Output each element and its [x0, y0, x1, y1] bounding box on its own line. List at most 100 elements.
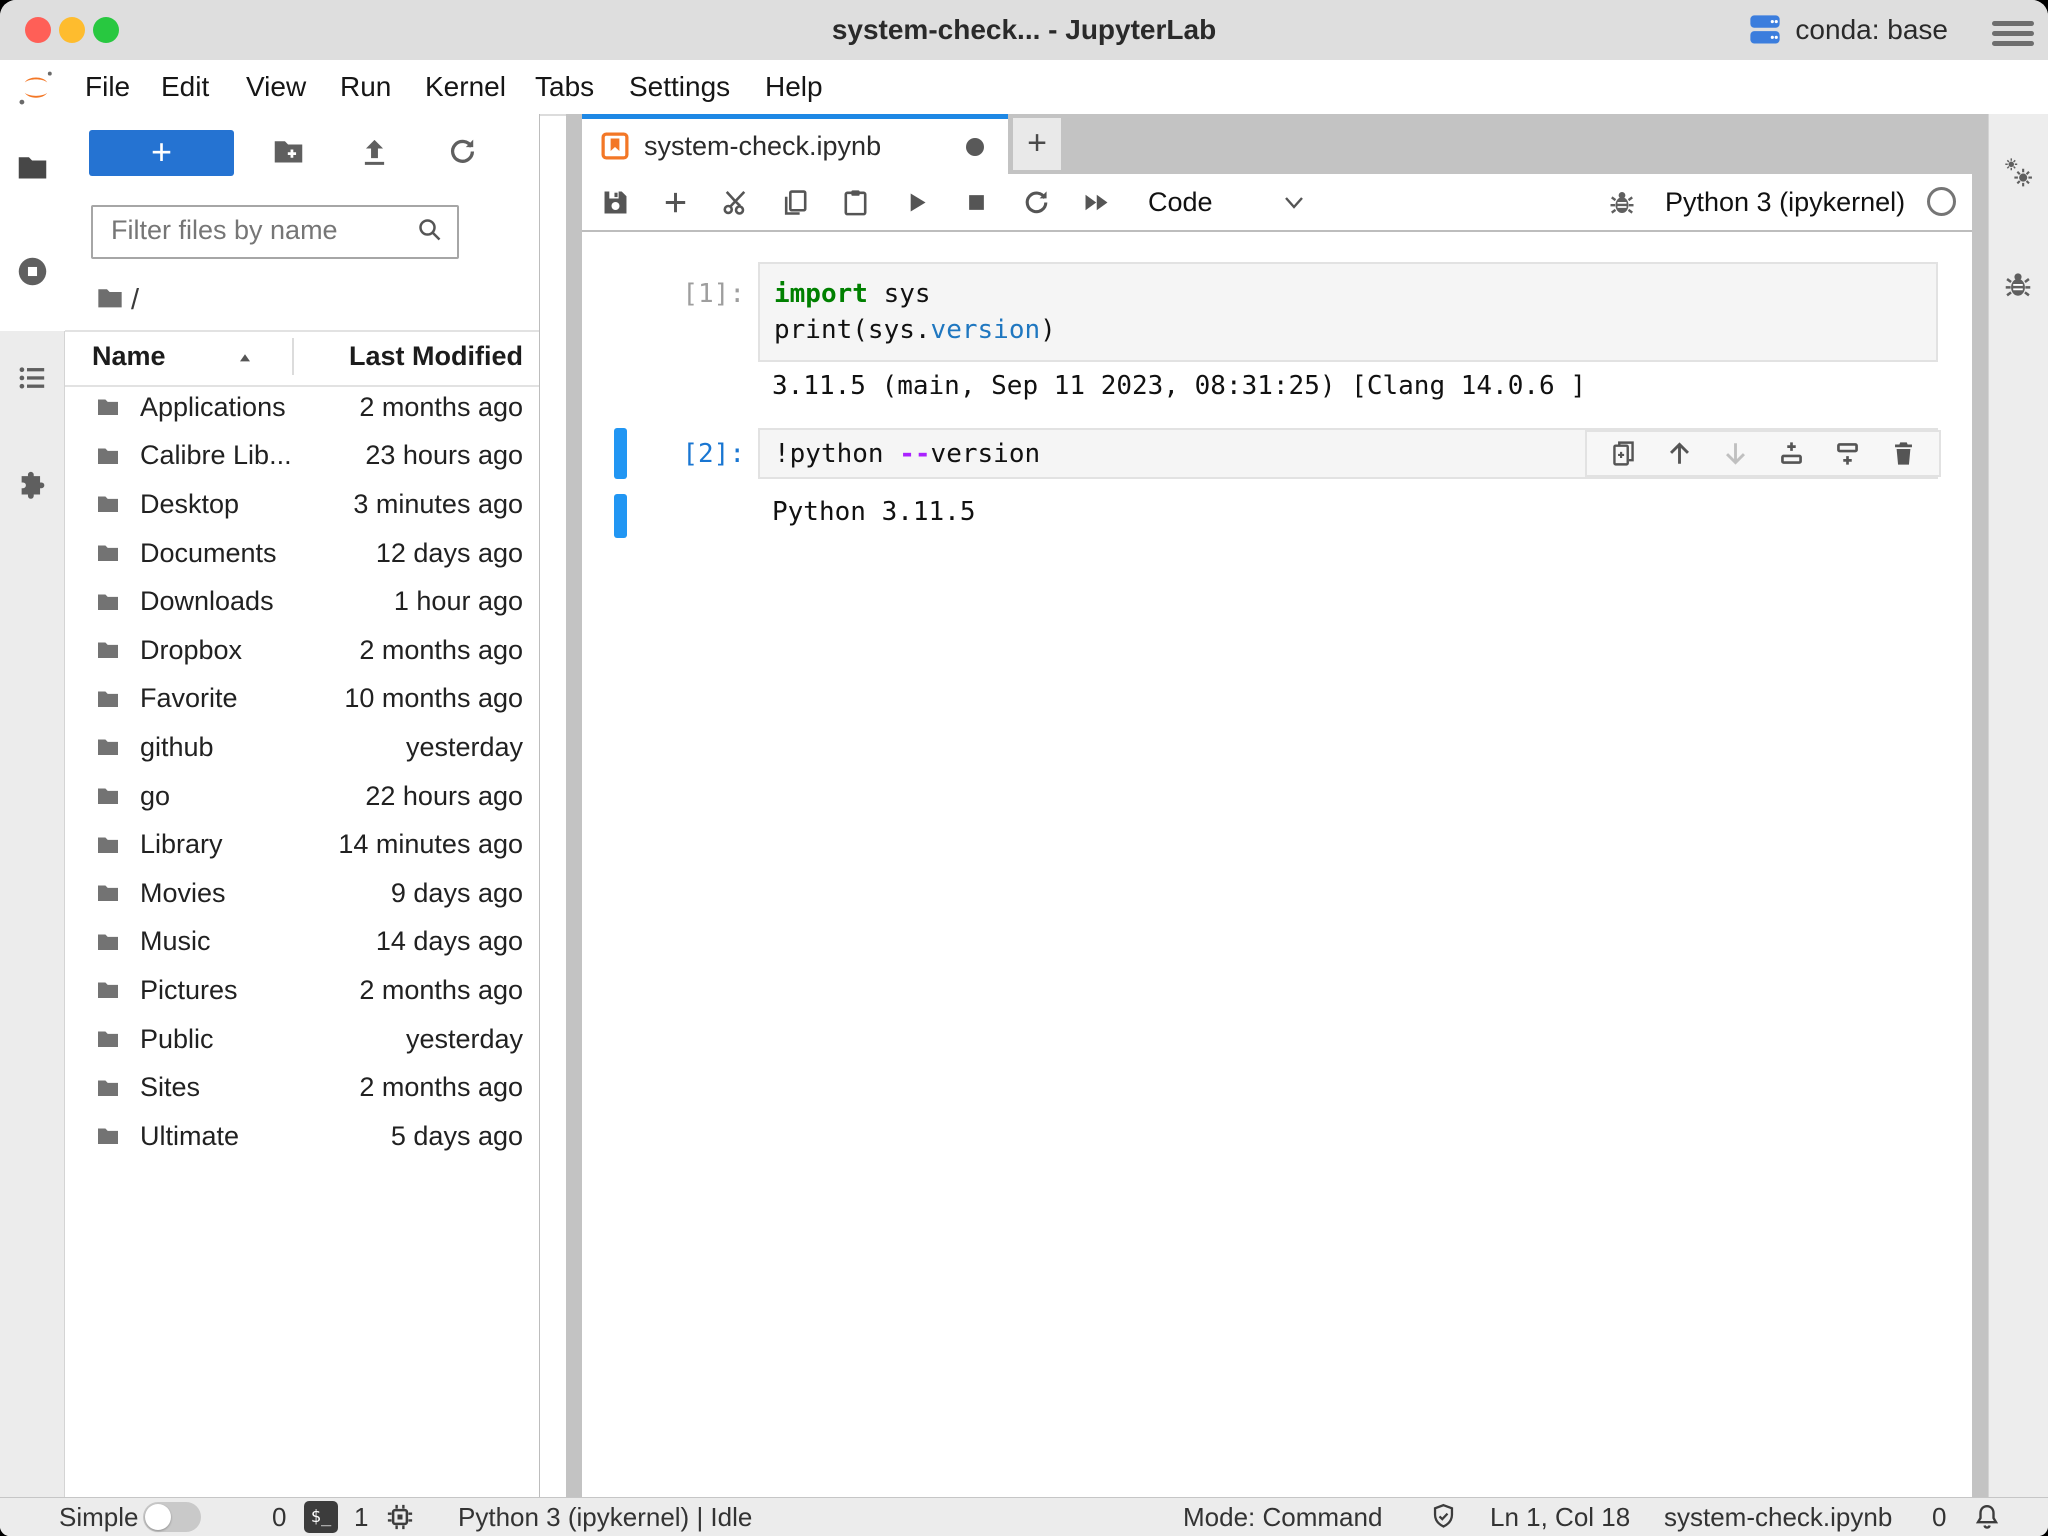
file-modified: 2 months ago: [359, 392, 523, 423]
file-list-item[interactable]: go 22 hours ago: [65, 772, 539, 821]
debugger-panel-icon[interactable]: [2002, 268, 2036, 302]
folder-icon: [96, 881, 120, 905]
cell-1-input[interactable]: import sys print(sys.version): [758, 262, 1938, 362]
folder-icon: [96, 784, 120, 808]
chevron-down-icon[interactable]: [1282, 195, 1306, 211]
menu-help[interactable]: Help: [765, 60, 823, 114]
file-modified: 2 months ago: [359, 1072, 523, 1103]
insert-above-icon[interactable]: [1777, 439, 1806, 468]
stop-icon[interactable]: [961, 187, 992, 218]
file-list-item[interactable]: Movies 9 days ago: [65, 869, 539, 918]
file-list-item[interactable]: Library 14 minutes ago: [65, 820, 539, 869]
file-list-item[interactable]: Music 14 days ago: [65, 918, 539, 967]
file-modified: yesterday: [406, 1024, 523, 1055]
file-name: github: [140, 732, 214, 763]
terminal-icon[interactable]: $_: [304, 1501, 338, 1533]
extensions-icon[interactable]: [16, 468, 49, 501]
move-up-icon[interactable]: [1665, 439, 1694, 468]
file-browser-icon[interactable]: [16, 151, 49, 184]
refresh-icon[interactable]: [446, 135, 479, 168]
insert-below-icon[interactable]: [1833, 439, 1862, 468]
kernel-chip-icon[interactable]: [385, 1502, 415, 1532]
kernels-count[interactable]: 1: [354, 1498, 368, 1536]
cell-1-output: 3.11.5 (main, Sep 11 2023, 08:31:25) [Cl…: [772, 368, 1586, 404]
restart-icon[interactable]: [1021, 187, 1052, 218]
file-modified: 14 days ago: [376, 926, 523, 957]
cut-icon[interactable]: [720, 187, 751, 218]
running-kernels-icon[interactable]: [16, 255, 49, 288]
upload-icon[interactable]: [358, 135, 391, 168]
menu-settings[interactable]: Settings: [629, 60, 730, 114]
dock-gutter-left: [566, 174, 582, 1497]
debugger-icon[interactable]: [1607, 187, 1637, 217]
kernel-status-icon[interactable]: [1927, 187, 1956, 216]
folder-icon: [96, 978, 120, 1002]
cell-type-dropdown[interactable]: Code: [1148, 174, 1213, 230]
copy-icon[interactable]: [780, 187, 811, 218]
toc-icon[interactable]: [16, 362, 49, 395]
file-modified: 9 days ago: [391, 878, 523, 909]
add-cell-icon[interactable]: [660, 187, 691, 218]
save-icon[interactable]: [600, 187, 631, 218]
menu-kernel[interactable]: Kernel: [425, 60, 506, 114]
folder-icon[interactable]: [96, 284, 122, 310]
file-list-item[interactable]: Applications 2 months ago: [65, 383, 539, 432]
breadcrumb-root[interactable]: /: [131, 274, 139, 326]
run-all-icon[interactable]: [1081, 187, 1112, 218]
file-list-item[interactable]: Desktop 3 minutes ago: [65, 480, 539, 529]
file-name: Movies: [140, 878, 226, 909]
file-modified: 2 months ago: [359, 635, 523, 666]
hamburger-icon[interactable]: [1992, 16, 2034, 51]
file-list-item[interactable]: Calibre Lib... 23 hours ago: [65, 432, 539, 481]
tab-system-check[interactable]: system-check.ipynb: [582, 114, 1008, 174]
new-tab-button[interactable]: +: [1013, 118, 1061, 170]
move-down-icon[interactable]: [1721, 439, 1750, 468]
menu-tabs[interactable]: Tabs: [535, 60, 594, 114]
file-name: Pictures: [140, 975, 238, 1006]
filter-files-input[interactable]: Filter files by name: [91, 205, 459, 259]
run-icon[interactable]: [901, 187, 932, 218]
duplicate-cell-icon[interactable]: [1609, 439, 1638, 468]
delete-cell-icon[interactable]: [1889, 439, 1918, 468]
kernel-name[interactable]: Python 3 (ipykernel): [1665, 174, 1905, 230]
cursor-position[interactable]: Ln 1, Col 18: [1490, 1498, 1630, 1536]
new-launcher-button[interactable]: +: [89, 130, 234, 176]
file-list-item[interactable]: Favorite 10 months ago: [65, 675, 539, 724]
paste-icon[interactable]: [840, 187, 871, 218]
menu-file[interactable]: File: [85, 60, 130, 114]
kernel-status-text[interactable]: Python 3 (ipykernel) | Idle: [458, 1498, 752, 1536]
sort-asc-icon[interactable]: [235, 348, 255, 368]
file-list-item[interactable]: github yesterday: [65, 723, 539, 772]
folder-icon: [96, 833, 120, 857]
menu-run[interactable]: Run: [340, 60, 391, 114]
file-modified: 5 days ago: [391, 1121, 523, 1152]
bell-icon[interactable]: [1972, 1502, 2002, 1532]
dock-gutter-right: [1972, 174, 1988, 1497]
file-list-item[interactable]: Downloads 1 hour ago: [65, 577, 539, 626]
notifications-count[interactable]: 0: [1932, 1498, 1946, 1536]
menu-view[interactable]: View: [246, 60, 306, 114]
file-list-item[interactable]: Documents 12 days ago: [65, 529, 539, 578]
terminals-count[interactable]: 0: [272, 1498, 286, 1536]
file-name: Library: [140, 829, 223, 860]
file-list-item[interactable]: Public yesterday: [65, 1015, 539, 1064]
cell-2-output-collapser[interactable]: [614, 494, 627, 538]
menu-edit[interactable]: Edit: [161, 60, 209, 114]
property-inspector-icon[interactable]: [2002, 155, 2036, 189]
active-file-name[interactable]: system-check.ipynb: [1664, 1498, 1892, 1536]
file-list-item[interactable]: Dropbox 2 months ago: [65, 626, 539, 675]
shield-icon[interactable]: [1429, 1502, 1459, 1532]
left-activity-bar-background: [0, 331, 65, 1536]
simple-mode-toggle[interactable]: [143, 1502, 201, 1532]
column-header-modified[interactable]: Last Modified: [349, 332, 523, 381]
column-header-name[interactable]: Name: [92, 332, 166, 381]
conda-env-badge[interactable]: conda: base: [1747, 0, 1948, 60]
file-list-item[interactable]: Pictures 2 months ago: [65, 966, 539, 1015]
file-list-item[interactable]: Sites 2 months ago: [65, 1063, 539, 1112]
file-list-item[interactable]: Ultimate 5 days ago: [65, 1112, 539, 1161]
notebook-area[interactable]: [1]: import sys print(sys.version) 3.11.…: [582, 232, 1972, 1497]
new-folder-icon[interactable]: [272, 135, 305, 168]
dirty-dot-icon[interactable]: [966, 138, 984, 156]
notebook-icon: [600, 131, 630, 161]
mode-indicator[interactable]: Mode: Command: [1183, 1498, 1382, 1536]
